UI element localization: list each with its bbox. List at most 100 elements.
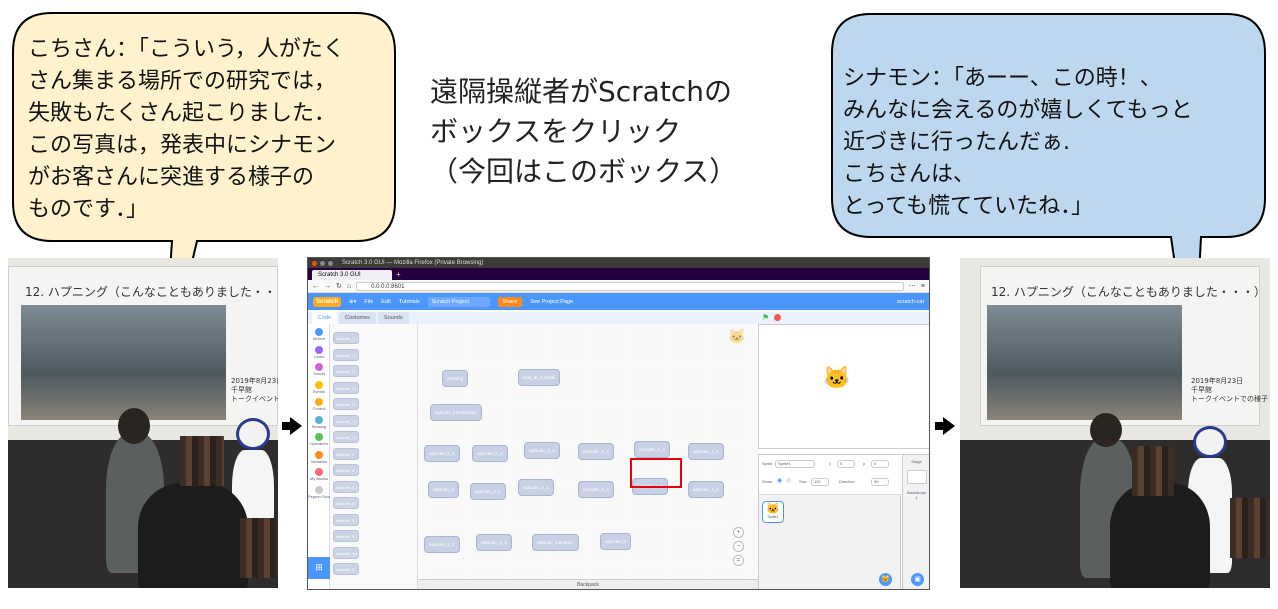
share-button[interactable]: Share <box>497 296 523 307</box>
tab-code[interactable]: Code <box>312 312 338 324</box>
workspace-block[interactable]: episode_3_1 <box>518 479 554 496</box>
scratch-cat-sprite[interactable]: 🐱 <box>823 365 850 391</box>
workspace-block[interactable]: episode_0_2 <box>472 445 508 462</box>
add-extension-button[interactable]: ⊞ <box>308 557 330 579</box>
workspace-block[interactable]: look_at_toshiaki <box>518 369 561 386</box>
home-icon[interactable]: ⌂ <box>347 283 351 290</box>
show-hidden-icon[interactable]: ◎ <box>786 477 791 484</box>
category-label: My Blocks <box>309 476 329 481</box>
backpack[interactable]: Backpack <box>418 579 758 589</box>
edit-menu[interactable]: Edit <box>381 299 390 305</box>
user-menu[interactable]: scratch-cat <box>897 299 924 305</box>
palette-block[interactable]: episode_3 <box>333 398 359 410</box>
palette-block[interactable]: episode_2 <box>333 365 359 377</box>
workspace-block[interactable]: episode_2_1 <box>470 483 506 500</box>
workspace-block[interactable]: episode_1_4 <box>688 443 724 460</box>
window-titlebar: Scratch 3.0 GUI — Mozilla Firefox (Priva… <box>308 258 929 268</box>
x-input[interactable]: 0 <box>837 460 855 468</box>
language-globe-icon[interactable]: ⊕▾ <box>349 299 356 305</box>
palette-block[interactable]: episode_4_1 <box>333 464 359 476</box>
pixelated-face <box>1230 498 1270 558</box>
palette-block[interactable]: episode_4_2 <box>333 480 359 493</box>
palette-block[interactable]: episode_5_2 <box>333 530 359 542</box>
category-item[interactable]: My Blocks <box>308 468 330 481</box>
scratch-logo[interactable]: Scratch <box>313 296 342 307</box>
url-input[interactable]: 0.0.0.0:8601 <box>356 281 904 291</box>
tutorials-menu[interactable]: Tutorials <box>399 299 420 305</box>
stage-selector[interactable]: Stage Backdrops 1 ▣ <box>902 454 929 589</box>
palette-block[interactable]: episode_1_4 <box>333 348 359 361</box>
stage-canvas[interactable]: 🐱 <box>758 324 929 449</box>
category-item[interactable]: Looks <box>308 345 330 359</box>
reload-icon[interactable]: ↻ <box>336 282 342 290</box>
zoom-in-icon[interactable]: + <box>733 527 744 538</box>
maximize-window-icon[interactable] <box>328 260 333 266</box>
category-item[interactable]: Motion <box>308 328 330 341</box>
palette-block[interactable]: episode_summary <box>333 546 359 559</box>
green-flag-icon[interactable]: ⚑ <box>762 313 769 322</box>
workspace-block[interactable]: episode_1_3 <box>634 441 670 458</box>
category-item[interactable]: Sensing <box>308 415 330 429</box>
category-item[interactable]: Control <box>308 398 330 411</box>
category-color-icon <box>315 398 323 406</box>
project-title-input[interactable]: Scratch Project <box>427 296 490 307</box>
forward-icon[interactable]: → <box>324 283 331 290</box>
new-tab-icon[interactable]: + <box>396 270 401 280</box>
category-item[interactable]: Events <box>308 380 330 394</box>
category-label: Operators <box>310 441 328 446</box>
zoom-out-icon[interactable]: − <box>733 541 744 552</box>
palette-block[interactable]: episode_5 <box>333 497 359 509</box>
show-label: Show <box>762 479 773 484</box>
category-item[interactable]: Pepper Scratch <box>308 485 336 499</box>
workspace-block[interactable]: episode_4_2 <box>688 481 724 498</box>
category-item[interactable]: Variables <box>308 450 330 464</box>
palette-block[interactable]: episode_3_1 <box>333 414 359 427</box>
sprite-name-input[interactable]: Sprite1 <box>775 460 815 468</box>
left-bubble-text: こちさん：「こういう，人がたく さん集まる場所での研究では， 失敗もたくさん起こ… <box>28 37 345 222</box>
workspace-block[interactable]: episode_5_1 <box>424 536 460 553</box>
show-visible-icon[interactable]: ◉ <box>777 477 782 484</box>
minimize-window-icon[interactable] <box>320 260 325 266</box>
zoom-reset-icon[interactable]: = <box>733 555 744 566</box>
sprite-thumbnail[interactable]: 🐱 Sprite1 <box>762 501 784 523</box>
code-workspace[interactable]: episode_6 episode_summary episode_5_2 episo… <box>418 324 758 579</box>
category-item[interactable]: Sound <box>308 363 330 376</box>
tab-sounds[interactable]: Sounds <box>377 312 409 324</box>
add-sprite-button[interactable]: 🐱 <box>879 573 892 586</box>
workspace-block[interactable]: episode_summary <box>532 534 579 551</box>
workspace-block[interactable]: episode_3_2 <box>578 481 614 498</box>
palette-block[interactable]: episode_4 <box>333 447 359 460</box>
category-color-icon <box>315 380 323 389</box>
stop-icon[interactable] <box>774 314 781 321</box>
workspace-block[interactable]: episode_introduction <box>430 404 482 421</box>
palette-block[interactable]: episode_2_1 <box>333 381 359 394</box>
workspace-block[interactable]: greeting <box>442 370 469 387</box>
see-project-page-link[interactable]: See Project Page <box>530 299 573 305</box>
menu-icon[interactable]: ≡ <box>921 283 925 290</box>
slide-photo <box>21 305 226 420</box>
category-item[interactable]: Operators <box>308 433 330 446</box>
workspace-block[interactable]: episode_5_2 <box>476 534 512 551</box>
file-menu[interactable]: File <box>364 299 373 305</box>
back-icon[interactable]: ← <box>312 283 319 290</box>
palette-block[interactable]: episode_6 <box>333 563 359 575</box>
workspace-block[interactable]: episode_1_2 <box>578 443 614 460</box>
size-input[interactable]: 100 <box>811 478 829 486</box>
y-input[interactable]: 0 <box>871 460 889 468</box>
tab-costumes[interactable]: Costumes <box>339 312 376 324</box>
close-window-icon[interactable] <box>312 260 317 266</box>
clicked-block-highlight <box>630 458 682 488</box>
workspace-block[interactable]: episode_1_1 <box>524 442 560 459</box>
page-actions-icon[interactable]: ⋯ <box>909 282 916 290</box>
browser-tab[interactable]: Scratch 3.0 GUI <box>312 270 392 280</box>
pixelated-face <box>240 518 278 578</box>
palette-block[interactable]: episode_5_1 <box>333 513 359 526</box>
direction-input[interactable]: 90 <box>871 478 889 486</box>
workspace-block[interactable]: episode_0_1 <box>424 445 460 462</box>
workspace-block[interactable]: episode_6 <box>600 533 631 550</box>
add-backdrop-button[interactable]: ▣ <box>911 573 924 586</box>
workspace-block[interactable]: episode_2 <box>428 481 459 498</box>
palette-block[interactable]: episode_1_3 <box>333 332 359 344</box>
robot-head <box>1193 426 1227 458</box>
palette-block[interactable]: episode_3_2 <box>333 431 359 443</box>
